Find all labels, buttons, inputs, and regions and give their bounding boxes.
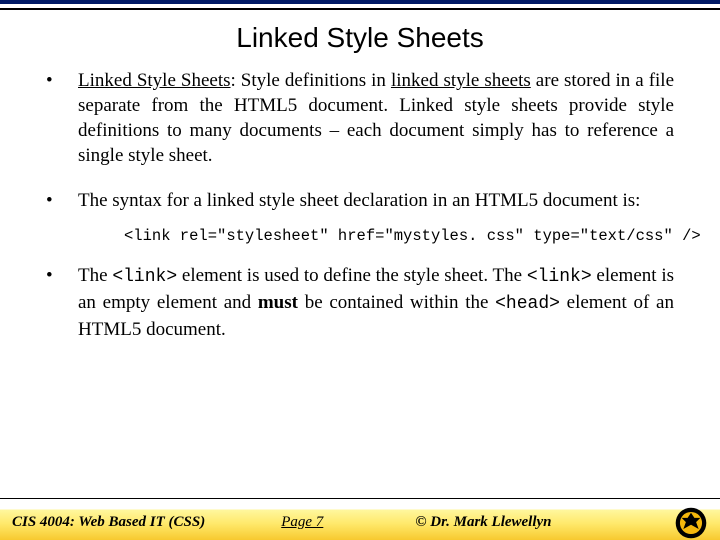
bullet-3-code1: <link>: [112, 267, 177, 287]
bullet-1-a: : Style definitions in: [231, 70, 391, 91]
bullet-3-d: be contained within the: [298, 292, 495, 313]
slide: Linked Style Sheets Linked Style Sheets:…: [0, 0, 720, 540]
slide-title: Linked Style Sheets: [0, 22, 720, 54]
ucf-logo-icon: [674, 506, 708, 540]
bullet-1-lead: Linked Style Sheets: [78, 70, 231, 91]
bullet-3-bold: must: [258, 292, 298, 313]
bullet-3-code2: <link>: [527, 267, 592, 287]
top-rule: [0, 8, 720, 10]
bullet-list-2: The <link> element is used to define the…: [46, 263, 674, 342]
bullet-3-code3: <head>: [495, 294, 560, 314]
bullet-3-a: The: [78, 265, 112, 286]
footer-course: CIS 4004: Web Based IT (CSS): [12, 514, 245, 531]
code-snippet: <link rel="stylesheet" href="mystyles. c…: [124, 227, 674, 245]
bullet-2-text: The syntax for a linked style sheet decl…: [78, 190, 640, 211]
bullet-3-b: element is used to define the style shee…: [177, 265, 527, 286]
slide-body: Linked Style Sheets: Style definitions i…: [0, 68, 720, 342]
bullet-1-linked: linked style sheets: [391, 70, 531, 91]
bullet-2: The syntax for a linked style sheet decl…: [46, 188, 674, 213]
bullet-3: The <link> element is used to define the…: [46, 263, 674, 342]
bullet-1: Linked Style Sheets: Style definitions i…: [46, 68, 674, 168]
footer: CIS 4004: Web Based IT (CSS) Page 7 © Dr…: [0, 498, 720, 540]
bullet-list: Linked Style Sheets: Style definitions i…: [46, 68, 674, 213]
footer-copyright: © Dr. Mark Llewellyn: [359, 514, 551, 531]
footer-page: Page 7: [245, 514, 359, 531]
